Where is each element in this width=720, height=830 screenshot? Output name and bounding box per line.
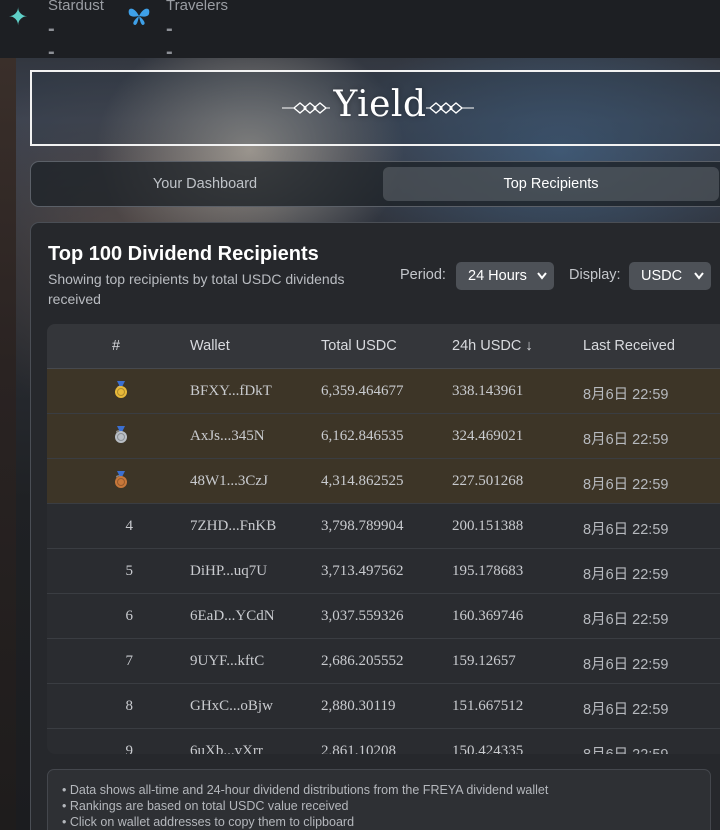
table-row: 9 6uXb...vXrr 2,861.10208 150.424335 8月6日 22… xyxy=(47,729,720,754)
last-received-cell: 8月6日 22:59 xyxy=(583,612,669,628)
table-row: 6 6EaD...YCdN 3,037.559326 160.369746 8月6日 2… xyxy=(47,594,720,639)
rank-cell: 4 xyxy=(125,518,134,534)
wallet-address[interactable]: 6EaD...YCdN xyxy=(190,608,275,625)
rank-cell: 6 xyxy=(125,608,134,624)
recipients-panel: Top 100 Dividend Recipients Showing top … xyxy=(30,222,720,830)
last-received-cell: 8月6日 22:59 xyxy=(583,432,669,448)
table-header: # Wallet Total USDC 24h USDC ↓ Last Rece… xyxy=(47,324,720,369)
period-select[interactable]: 24 Hours xyxy=(456,262,554,290)
usdc-24h-cell: 227.501268 xyxy=(452,473,524,489)
total-usdc-cell: 2,861.10208 xyxy=(321,743,396,754)
header-wallet: Wallet xyxy=(190,338,230,354)
butterfly-icon xyxy=(126,3,160,33)
wallet-address[interactable]: AxJs...345N xyxy=(190,428,265,445)
stat-value: -- xyxy=(166,18,174,63)
last-received-cell: 8月6日 22:59 xyxy=(583,477,669,493)
total-usdc-cell: 3,037.559326 xyxy=(321,608,404,624)
header-rank: # xyxy=(112,338,121,354)
rank-cell: 5 xyxy=(125,563,134,579)
tab-top-recipients[interactable]: Top Recipients xyxy=(383,167,719,201)
yield-banner: Yield xyxy=(30,70,720,146)
usdc-24h-cell: 150.424335 xyxy=(452,743,524,754)
wallet-address[interactable]: 48W1...3CzJ xyxy=(190,473,268,490)
period-value: 24 Hours xyxy=(468,268,527,284)
last-received-cell: 8月6日 22:59 xyxy=(583,657,669,673)
recipients-table: # Wallet Total USDC 24h USDC ↓ Last Rece… xyxy=(47,324,720,754)
wallet-address[interactable]: BFXY...fDkT xyxy=(190,383,272,400)
ornament-right-icon xyxy=(426,102,474,114)
table-row: 348W1...3CzJ4,314.862525227.5012688月6日 2… xyxy=(47,459,720,504)
tab-bar: Your Dashboard Top Recipients xyxy=(30,161,720,207)
gold-medal-icon xyxy=(114,381,128,404)
panel-subtitle: Showing top recipients by total USDC div… xyxy=(48,271,345,307)
left-edge-artwork xyxy=(0,58,16,830)
chevron-down-icon xyxy=(694,262,704,300)
stat-value: -- xyxy=(48,18,56,63)
wallet-address[interactable]: DiHP...uq7U xyxy=(190,563,267,580)
usdc-24h-cell: 200.151388 xyxy=(452,518,524,534)
wallet-address[interactable]: 7ZHD...FnKB xyxy=(190,518,276,535)
total-usdc-cell: 2,686.205552 xyxy=(321,653,404,669)
total-usdc-cell: 6,162.846535 xyxy=(321,428,404,444)
panel-title: Top 100 Dividend Recipients xyxy=(48,243,319,265)
display-value: USDC xyxy=(641,268,683,284)
stat-label: Stardust xyxy=(48,0,104,14)
table-row: 5 DiHP...uq7U 3,713.497562 195.178683 8月6日 2… xyxy=(47,549,720,594)
tab-your-dashboard[interactable]: Your Dashboard xyxy=(37,167,373,201)
usdc-24h-cell: 338.143961 xyxy=(452,383,524,399)
table-row: 4 7ZHD...FnKB 3,798.789904 200.151388 8月6日 2… xyxy=(47,504,720,549)
display-select[interactable]: USDC xyxy=(629,262,711,290)
display-label: Display: xyxy=(569,267,621,283)
table-row: 1BFXY...fDkT6,359.464677338.1439618月6日 2… xyxy=(47,369,720,414)
usdc-24h-cell: 324.469021 xyxy=(452,428,524,444)
last-received-cell: 8月6日 22:59 xyxy=(583,522,669,538)
usdc-24h-cell: 195.178683 xyxy=(452,563,524,579)
last-received-cell: 8月6日 22:59 xyxy=(583,702,669,718)
info-notes: • Data shows all-time and 24-hour divide… xyxy=(47,769,711,830)
last-received-cell: 8月6日 22:59 xyxy=(583,743,668,754)
total-usdc-cell: 2,880.30119 xyxy=(321,698,396,714)
period-label: Period: xyxy=(400,267,446,283)
wallet-address[interactable]: GHxC...oBjw xyxy=(190,698,273,715)
rank-cell: 9 xyxy=(125,743,134,754)
header-24h-usdc[interactable]: 24h USDC ↓ xyxy=(452,338,533,354)
rank-cell: 7 xyxy=(125,653,134,669)
note-line: • Rankings are based on total USDC value… xyxy=(62,799,349,813)
total-usdc-cell: 3,798.789904 xyxy=(321,518,404,534)
table-row: 2AxJs...345N6,162.846535324.4690218月6日 2… xyxy=(47,414,720,459)
table-row: 7 9UYF...kftC 2,686.205552 159.12657 8月6日 22… xyxy=(47,639,720,684)
total-usdc-cell: 4,314.862525 xyxy=(321,473,404,489)
sparkles-icon: ✦ xyxy=(8,4,29,31)
last-received-cell: 8月6日 22:59 xyxy=(583,387,669,403)
bronze-medal-icon xyxy=(114,471,128,494)
stat-label: Travelers xyxy=(166,0,228,14)
total-usdc-cell: 6,359.464677 xyxy=(321,383,404,399)
stats-bar: ✦ Stardust -- Travelers -- xyxy=(0,0,720,63)
wallet-address[interactable]: 9UYF...kftC xyxy=(190,653,264,670)
note-line: • Data shows all-time and 24-hour divide… xyxy=(62,783,549,797)
table-row: 8 GHxC...oBjw 2,880.30119 151.667512 8月6日 22… xyxy=(47,684,720,729)
header-total-usdc[interactable]: Total USDC xyxy=(321,338,397,354)
wallet-address[interactable]: 6uXb...vXrr xyxy=(190,743,263,754)
usdc-24h-cell: 160.369746 xyxy=(452,608,524,624)
note-line: • Click on wallet addresses to copy them… xyxy=(62,815,355,829)
usdc-24h-cell: 151.667512 xyxy=(452,698,524,714)
last-received-cell: 8月6日 22:59 xyxy=(583,567,669,583)
page-title: Yield xyxy=(333,84,427,125)
header-last-received[interactable]: Last Received xyxy=(583,338,675,354)
total-usdc-cell: 3,713.497562 xyxy=(321,563,404,579)
chevron-down-icon xyxy=(537,262,547,300)
rank-cell: 8 xyxy=(125,698,134,714)
silver-medal-icon xyxy=(114,426,128,449)
usdc-24h-cell: 159.12657 xyxy=(452,653,516,669)
